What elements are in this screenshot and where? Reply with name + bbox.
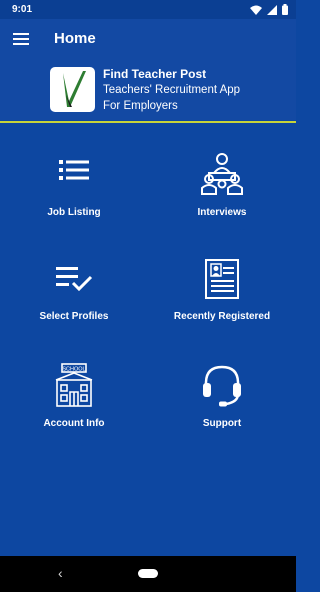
home-pill-icon[interactable] xyxy=(138,569,158,578)
tile-label: Support xyxy=(202,418,242,429)
header-title: Find Teacher Post xyxy=(103,67,207,81)
tile-label: Account Info xyxy=(43,418,105,429)
signal-icon xyxy=(267,4,277,15)
status-bar: 9:01 xyxy=(0,0,296,19)
school-building-icon: SCHOOL xyxy=(55,363,93,407)
svg-text:SCHOOL: SCHOOL xyxy=(62,367,85,373)
tile-job-listing[interactable]: Job Listing xyxy=(0,152,148,252)
tile-recently-registered[interactable]: Recently Registered xyxy=(148,258,296,358)
app-title: Home xyxy=(54,30,96,47)
app-logo xyxy=(50,67,95,112)
headset-icon xyxy=(203,365,241,407)
tile-support[interactable]: Support xyxy=(148,362,296,462)
interview-meeting-icon xyxy=(201,153,243,195)
header-divider xyxy=(0,121,296,123)
tile-label: Interviews xyxy=(197,207,247,218)
app-bar: Home xyxy=(0,19,296,61)
hamburger-menu-icon[interactable] xyxy=(13,33,29,46)
status-icons xyxy=(250,4,288,15)
checklist-icon xyxy=(56,267,93,292)
header-subtitle-line2: For Employers xyxy=(103,100,178,112)
id-card-icon xyxy=(205,259,239,299)
back-chevron-icon[interactable]: ‹ xyxy=(58,565,63,581)
header-card: Find Teacher Post Teachers' Recruitment … xyxy=(0,61,296,120)
wifi-icon xyxy=(250,5,262,15)
tile-interviews[interactable]: Interviews xyxy=(148,152,296,252)
checkmark-logo-icon xyxy=(63,71,86,107)
list-icon xyxy=(59,160,89,180)
battery-icon xyxy=(282,4,288,15)
status-time: 9:01 xyxy=(12,4,33,15)
tile-label: Job Listing xyxy=(47,207,101,218)
tile-account-info[interactable]: SCHOOL Account Info xyxy=(0,362,148,462)
tile-label: Recently Registered xyxy=(173,311,271,322)
tile-label: Select Profiles xyxy=(39,311,109,322)
system-nav-bar: ‹ xyxy=(0,556,296,592)
header-subtitle-line1: Teachers' Recruitment App xyxy=(103,84,241,96)
tile-select-profiles[interactable]: Select Profiles xyxy=(0,258,148,358)
